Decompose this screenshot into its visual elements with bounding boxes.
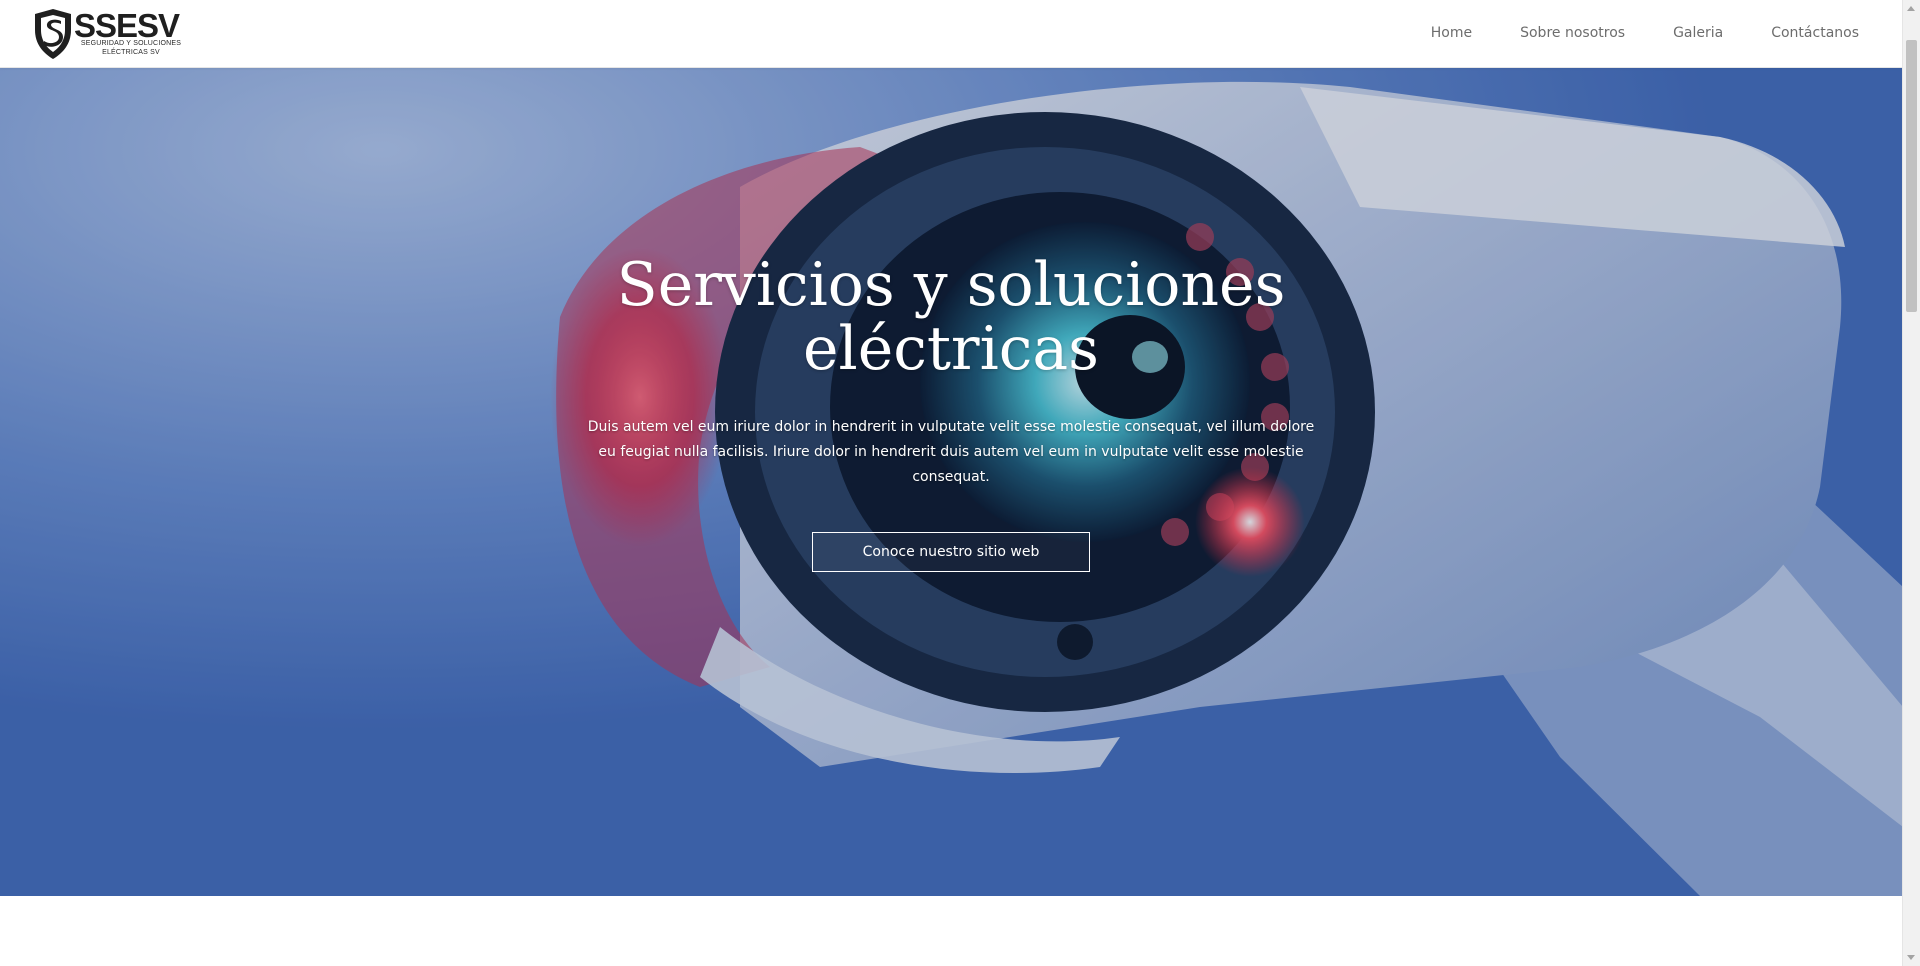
scroll-down-arrow-icon[interactable] <box>1907 955 1915 960</box>
conoce-sitio-button[interactable]: Conoce nuestro sitio web <box>812 532 1090 572</box>
page: SSESV SEGURIDAD Y SOLUCIONES ELÉCTRICAS … <box>0 0 1920 966</box>
scroll-up-arrow-icon[interactable] <box>1907 6 1915 11</box>
hero-content: Servicios y soluciones eléctricas Duis a… <box>551 253 1351 572</box>
nav-item-contactanos[interactable]: Contáctanos <box>1747 25 1883 41</box>
shield-logo-icon <box>35 9 71 59</box>
hero-section: Servicios y soluciones eléctricas Duis a… <box>0 67 1903 896</box>
scrollbar-thumb[interactable] <box>1906 40 1917 312</box>
nav-item-home[interactable]: Home <box>1407 25 1496 41</box>
logo-wordmark: SSESV <box>74 7 180 44</box>
logo-tagline-line2: ELÉCTRICAS SV <box>102 49 160 56</box>
hero-description: Duis autem vel eum iriure dolor in hendr… <box>587 419 1315 485</box>
vertical-scrollbar[interactable] <box>1902 0 1920 966</box>
logo-tagline-line1: SEGURIDAD Y SOLUCIONES <box>80 40 182 47</box>
site-header: SSESV SEGURIDAD Y SOLUCIONES ELÉCTRICAS … <box>0 0 1903 68</box>
nav-item-sobre-nosotros[interactable]: Sobre nosotros <box>1496 25 1649 41</box>
logo-link[interactable]: SSESV SEGURIDAD Y SOLUCIONES ELÉCTRICAS … <box>30 8 190 60</box>
main-nav: Home Sobre nosotros Galeria Contáctanos <box>1407 0 1883 66</box>
hero-title: Servicios y soluciones eléctricas <box>616 250 1286 384</box>
nav-item-galeria[interactable]: Galeria <box>1649 25 1747 41</box>
